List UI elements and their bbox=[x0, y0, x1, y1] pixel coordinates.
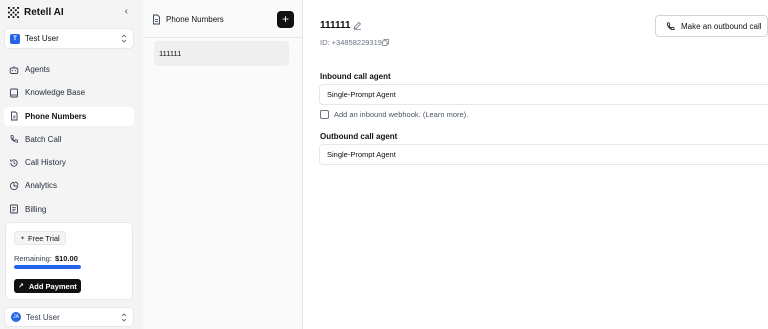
add-phone-number-button[interactable]: + bbox=[277, 11, 294, 28]
receipt-icon bbox=[8, 204, 19, 215]
sidebar-item-label: Agents bbox=[25, 65, 50, 74]
chevron-up-down-icon bbox=[121, 34, 127, 43]
inbound-agent-label: Inbound call agent bbox=[320, 72, 391, 81]
sidebar-item-billing[interactable]: Billing bbox=[4, 200, 134, 219]
remaining-label: Remaining: bbox=[14, 254, 52, 263]
sim-icon bbox=[153, 14, 160, 25]
credit-progress-fill bbox=[14, 265, 81, 269]
add-payment-label: Add Payment bbox=[28, 281, 77, 291]
sidebar-item-knowledge-base[interactable]: Knowledge Base bbox=[4, 83, 134, 102]
workspace-select[interactable]: T Test User bbox=[4, 28, 134, 49]
outbound-agent-label: Outbound call agent bbox=[320, 132, 398, 141]
copy-icon[interactable] bbox=[382, 39, 389, 46]
inbound-webhook-row: Add an inbound webhook. (Learn more). bbox=[320, 110, 468, 119]
pencil-icon[interactable] bbox=[353, 21, 362, 30]
sidebar-item-label: Billing bbox=[25, 204, 47, 214]
chevron-up-down-icon bbox=[121, 313, 127, 322]
phone-id: ID: +34858229319 bbox=[320, 38, 389, 47]
phone-id-text: ID: +34858229319 bbox=[320, 38, 382, 47]
remaining-balance: Remaining: $10.00 bbox=[14, 254, 78, 263]
outbound-agent-select[interactable]: Single-Prompt Agent bbox=[319, 144, 768, 165]
inbound-webhook-text[interactable]: Add an inbound webhook. (Learn more). bbox=[334, 110, 468, 119]
workspace-user-name: Test User bbox=[25, 34, 59, 43]
remaining-value: $10.00 bbox=[54, 254, 78, 263]
sidebar-item-label: Batch Call bbox=[25, 134, 62, 144]
sim-icon bbox=[8, 111, 19, 122]
sidebar-item-agents[interactable]: Agents bbox=[4, 60, 134, 79]
make-outbound-call-button[interactable]: Make an outbound call bbox=[655, 15, 768, 37]
logo-row: Retell AI ‹ bbox=[8, 5, 134, 19]
sidebar-item-analytics[interactable]: Analytics bbox=[4, 176, 134, 195]
add-payment-button[interactable]: ↗ Add Payment bbox=[14, 279, 81, 293]
arrow-up-right-icon: ↗ bbox=[18, 283, 24, 290]
collapse-sidebar-icon[interactable]: ‹ bbox=[125, 5, 128, 19]
phone-number-list-item[interactable]: 111111 bbox=[154, 41, 289, 66]
phone-icon bbox=[8, 134, 19, 145]
workspace-avatar: T bbox=[10, 33, 20, 44]
sidebar-nav: Agents Knowledge Base Phone Numbers Batc… bbox=[4, 60, 134, 223]
sidebar-item-label: Phone Numbers bbox=[25, 111, 87, 121]
book-icon bbox=[8, 87, 19, 98]
phone-numbers-panel: Phone Numbers + 111111 bbox=[143, 0, 303, 329]
free-trial-card: ✦ Free Trial Remaining: $10.00 ↗ Add Paym… bbox=[5, 222, 133, 300]
sidebar-item-label: Analytics bbox=[25, 181, 58, 191]
phone-icon bbox=[666, 21, 675, 30]
sidebar-item-phone-numbers[interactable]: Phone Numbers bbox=[4, 106, 134, 126]
inbound-agent-select[interactable]: Single-Prompt Agent bbox=[319, 84, 768, 105]
make-outbound-call-label: Make an outbound call bbox=[681, 21, 762, 31]
phone-number-title: 111111 bbox=[320, 20, 351, 31]
account-menu[interactable]: JA Test User bbox=[4, 307, 134, 327]
phone-number-detail: 111111 ID: +34858229319 Make an outbound… bbox=[304, 0, 768, 329]
sidebar-item-call-history[interactable]: Call History bbox=[4, 153, 134, 172]
inbound-webhook-checkbox[interactable] bbox=[320, 110, 329, 119]
avatar: JA bbox=[11, 312, 21, 322]
app-name: Retell AI bbox=[24, 6, 64, 18]
free-trial-badge: ✦ Free Trial bbox=[14, 231, 66, 245]
bot-icon bbox=[8, 64, 19, 75]
sparkle-icon: ✦ bbox=[20, 235, 26, 242]
retell-logo-icon bbox=[8, 6, 19, 18]
credit-progress-bar bbox=[14, 265, 81, 269]
phone-numbers-header: Phone Numbers + bbox=[143, 0, 303, 38]
pie-chart-icon bbox=[8, 180, 19, 191]
sidebar-item-label: Knowledge Base bbox=[25, 88, 86, 98]
panel-title: Phone Numbers bbox=[166, 15, 224, 24]
sidebar-item-label: Call History bbox=[25, 158, 66, 168]
sidebar: Retell AI ‹ T Test User Agents Knowledge… bbox=[0, 0, 143, 329]
history-icon bbox=[8, 157, 19, 168]
account-user-name: Test User bbox=[26, 312, 60, 322]
free-trial-label: Free Trial bbox=[28, 233, 60, 243]
sidebar-item-batch-call[interactable]: Batch Call bbox=[4, 130, 134, 149]
